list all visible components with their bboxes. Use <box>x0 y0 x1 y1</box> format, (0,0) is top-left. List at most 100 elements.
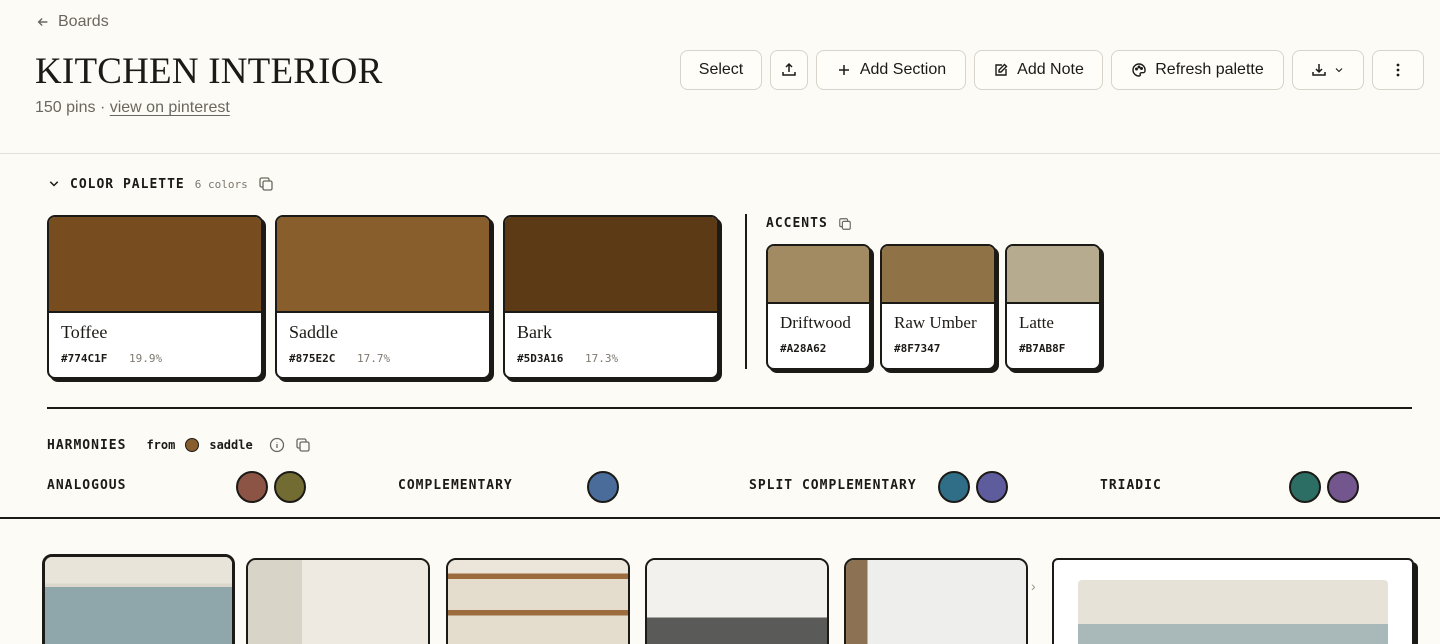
pins-count: 150 pins · <box>35 99 106 116</box>
harmony-colors <box>587 471 619 503</box>
accent-hex[interactable]: #A28A62 <box>780 342 826 355</box>
accent-color <box>1007 246 1099 304</box>
pin-thumbnail[interactable] <box>246 558 430 644</box>
harmonies-source-name: saddle <box>209 438 253 452</box>
accent-swatch-card[interactable]: Raw Umber #8F7347 <box>880 244 996 370</box>
harmony-color-dot[interactable] <box>1327 471 1359 503</box>
accent-name: Driftwood <box>780 313 851 332</box>
harmony-colors <box>1289 471 1359 503</box>
harmony-color-dot[interactable] <box>976 471 1008 503</box>
harmonies-label: HARMONIES <box>47 437 127 453</box>
copy-icon[interactable] <box>258 176 274 192</box>
page-title: KITCHEN INTERIOR <box>35 51 383 92</box>
copy-icon[interactable] <box>838 217 852 231</box>
accent-hex[interactable]: #B7AB8F <box>1019 342 1065 355</box>
select-button[interactable]: Select <box>680 50 762 90</box>
pin-image <box>248 560 428 644</box>
harmony-color-dot[interactable] <box>236 471 268 503</box>
harmony-label: ANALOGOUS <box>47 478 127 493</box>
color-count: 6 colors <box>194 177 248 191</box>
accents-label: ACCENTS <box>766 216 828 231</box>
harmonies-header: HARMONIES from saddle <box>47 437 311 453</box>
pins-divider <box>0 517 1440 519</box>
accent-swatch-card[interactable]: Driftwood #A28A62 <box>766 244 871 370</box>
swatch-percentage: 17.7% <box>357 352 391 365</box>
accent-hex[interactable]: #8F7347 <box>894 342 940 355</box>
select-label: Select <box>698 61 744 78</box>
source-color-dot <box>185 438 200 452</box>
plus-icon <box>838 65 849 75</box>
palette-icon <box>1132 63 1146 77</box>
color-palette-header[interactable]: COLOR PALETTE 6 colors <box>48 176 274 192</box>
harmony-color-dot[interactable] <box>938 471 970 503</box>
swatch-percentage: 17.3% <box>585 352 619 365</box>
header-divider <box>0 153 1440 154</box>
add-section-button[interactable]: Add Section <box>816 50 966 90</box>
pin-thumbnail[interactable] <box>42 554 235 644</box>
harmony-color-dot[interactable] <box>1289 471 1321 503</box>
accent-name: Latte <box>1019 313 1054 332</box>
harmony-label: COMPLEMENTARY <box>398 478 513 493</box>
swatch-percentage: 19.9% <box>129 352 163 365</box>
harmony-colors <box>938 471 1008 503</box>
edit-note-icon <box>995 63 1008 76</box>
arrow-left-icon <box>37 18 48 26</box>
pin-image <box>45 557 232 644</box>
accents-header: ACCENTS <box>766 216 852 231</box>
accent-name: Raw Umber <box>894 313 977 332</box>
pin-thumbnail[interactable] <box>645 558 829 644</box>
board-meta: 150 pins · view on pinterest <box>35 99 230 117</box>
swatch-color <box>277 217 489 313</box>
add-note-label: Add Note <box>1017 61 1084 78</box>
swatch-hex[interactable]: #5D3A16 <box>517 352 563 365</box>
pin-thumbnail[interactable] <box>844 558 1028 644</box>
copy-icon[interactable] <box>295 437 311 453</box>
swatch-color <box>49 217 261 313</box>
color-swatch-card[interactable]: Saddle #875E2C 17.7% <box>275 215 491 379</box>
harmony-color-dot[interactable] <box>587 471 619 503</box>
share-button[interactable] <box>770 50 808 90</box>
accent-color <box>768 246 869 304</box>
accents-divider <box>745 214 747 369</box>
back-to-boards-link[interactable]: Boards <box>36 13 109 31</box>
swatch-name: Toffee <box>61 322 108 342</box>
add-section-label: Add Section <box>859 61 947 78</box>
harmony-label: TRIADIC <box>1100 478 1162 493</box>
harmonies-from-label: from <box>146 438 176 452</box>
harmony-colors <box>236 471 306 503</box>
palette-divider <box>47 407 1412 409</box>
harmony-label: SPLIT COMPLEMENTARY <box>749 478 917 493</box>
refresh-palette-button[interactable]: Refresh palette <box>1111 50 1284 90</box>
pin-preview-panel[interactable] <box>1052 558 1414 644</box>
pin-image <box>647 560 827 644</box>
accent-swatch-card[interactable]: Latte #B7AB8F <box>1005 244 1101 370</box>
swatch-hex[interactable]: #774C1F <box>61 352 107 365</box>
pin-image <box>448 560 628 644</box>
pin-image <box>846 560 1026 644</box>
pin-thumbnail[interactable] <box>446 558 630 644</box>
chevron-down-icon <box>1335 68 1343 73</box>
add-note-button[interactable]: Add Note <box>974 50 1103 90</box>
chevron-right-icon[interactable]: › <box>1031 578 1036 594</box>
toolbar: Select Add Section Add Note Refresh pale… <box>680 50 1424 90</box>
color-swatch-card[interactable]: Bark #5D3A16 17.3% <box>503 215 719 379</box>
download-menu-button[interactable] <box>1292 50 1364 90</box>
color-palette-label: COLOR PALETTE <box>70 176 185 192</box>
view-on-pinterest-link[interactable]: view on pinterest <box>110 99 230 116</box>
swatch-name: Saddle <box>289 322 338 342</box>
swatch-hex[interactable]: #875E2C <box>289 352 335 365</box>
harmony-color-dot[interactable] <box>274 471 306 503</box>
download-icon <box>1312 64 1326 76</box>
more-options-button[interactable] <box>1372 50 1424 90</box>
info-icon[interactable] <box>269 437 285 453</box>
swatch-color <box>505 217 717 313</box>
accent-color <box>882 246 994 304</box>
refresh-palette-label: Refresh palette <box>1155 61 1264 78</box>
swatch-name: Bark <box>517 322 552 342</box>
pin-preview-image <box>1078 580 1388 644</box>
back-label: Boards <box>58 13 109 30</box>
upload-icon <box>782 62 796 76</box>
chevron-down-icon[interactable] <box>48 178 60 190</box>
vertical-dots-icon <box>1396 63 1400 77</box>
color-swatch-card[interactable]: Toffee #774C1F 19.9% <box>47 215 263 379</box>
